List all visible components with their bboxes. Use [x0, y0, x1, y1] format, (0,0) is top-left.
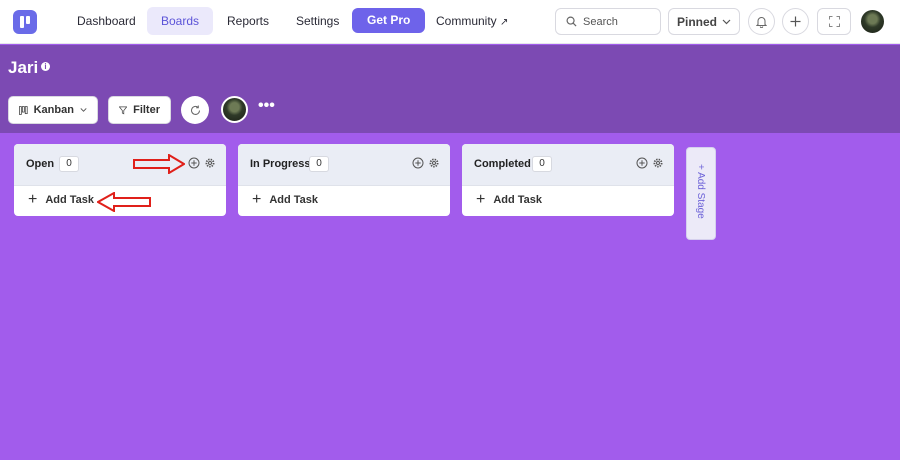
annotation-arrow-left-icon — [97, 192, 151, 212]
add-task-button[interactable]: + Add Task — [28, 191, 95, 208]
stage-header: Completed 0 — [462, 144, 674, 186]
annotation-arrow-right-icon — [133, 154, 185, 174]
task-count-badge: 0 — [59, 156, 79, 172]
nav-community-label: Community — [436, 14, 497, 28]
nav-community[interactable]: Community ↗ — [422, 7, 522, 35]
nav-reports[interactable]: Reports — [213, 7, 283, 35]
add-stage-button[interactable]: + Add Stage — [686, 147, 716, 240]
top-navigation: Dashboard Boards Reports Settings Get Pr… — [0, 0, 900, 44]
pinned-dropdown[interactable]: Pinned — [668, 8, 740, 35]
gear-icon[interactable] — [652, 157, 664, 169]
add-task-button[interactable]: + Add Task — [252, 191, 319, 208]
kanban-icon — [19, 105, 28, 115]
search-icon — [566, 16, 577, 27]
add-task-label: Add Task — [493, 194, 543, 206]
board-header: Jari i Kanban Filter ••• — [0, 45, 900, 133]
refresh-button[interactable] — [181, 96, 209, 124]
view-selector[interactable]: Kanban — [8, 96, 98, 124]
add-stage-label: + Add Stage — [695, 164, 706, 219]
refresh-icon — [190, 105, 200, 115]
stage-name: In Progress — [250, 158, 311, 170]
plus-icon — [790, 16, 801, 27]
add-task-label: Add Task — [45, 194, 95, 206]
search-placeholder: Search — [583, 15, 618, 28]
bell-icon — [756, 16, 767, 28]
add-task-button[interactable]: + Add Task — [476, 191, 543, 208]
app-logo-icon[interactable] — [13, 10, 37, 34]
chevron-down-icon — [80, 108, 87, 112]
gear-icon[interactable] — [204, 157, 216, 169]
gear-icon[interactable] — [428, 157, 440, 169]
nav-dashboard[interactable]: Dashboard — [63, 7, 150, 35]
add-circle-icon[interactable] — [188, 157, 200, 169]
add-button[interactable] — [782, 8, 809, 35]
board-title: Jari — [8, 58, 39, 77]
stage-header: Open 0 — [14, 144, 226, 186]
plus-icon: + — [476, 191, 486, 208]
task-count-badge: 0 — [532, 156, 552, 172]
external-link-icon: ↗ — [500, 17, 509, 28]
more-options-icon[interactable]: ••• — [258, 97, 275, 115]
filter-button[interactable]: Filter — [108, 96, 171, 124]
plus-icon: + — [28, 191, 38, 208]
nav-boards[interactable]: Boards — [147, 7, 214, 35]
get-pro-button[interactable]: Get Pro — [352, 8, 426, 33]
stage-header: In Progress 0 — [238, 144, 450, 186]
add-task-label: Add Task — [269, 194, 319, 206]
view-selector-label: Kanban — [33, 104, 74, 116]
nav-settings[interactable]: Settings — [282, 7, 353, 35]
plus-icon: + — [252, 191, 262, 208]
fullscreen-button[interactable] — [817, 8, 851, 35]
stage-name: Open — [26, 158, 55, 170]
task-count-badge: 0 — [309, 156, 329, 172]
notifications-button[interactable] — [748, 8, 775, 35]
search-input[interactable]: Search — [555, 8, 661, 35]
add-circle-icon[interactable] — [636, 157, 648, 169]
stage-name: Completed — [474, 158, 531, 170]
pinned-label: Pinned — [676, 14, 717, 29]
filter-label: Filter — [133, 104, 160, 116]
chevron-down-icon — [722, 19, 731, 24]
stage-column-in-progress: In Progress 0 + Add Task — [238, 144, 450, 216]
info-icon[interactable]: i — [41, 62, 50, 71]
expand-icon — [828, 16, 840, 27]
stage-column-completed: Completed 0 + Add Task — [462, 144, 674, 216]
user-avatar[interactable] — [859, 8, 886, 35]
filter-icon — [119, 105, 128, 114]
add-circle-icon[interactable] — [412, 157, 424, 169]
board-member-avatar[interactable] — [221, 96, 248, 123]
